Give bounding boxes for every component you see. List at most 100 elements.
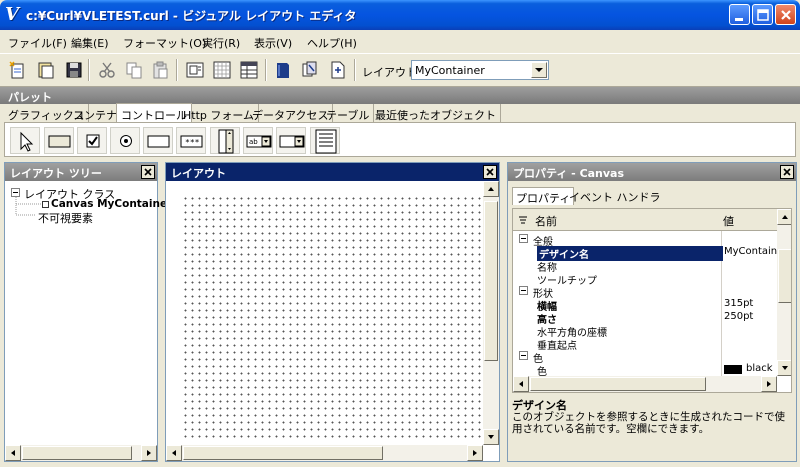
table-button[interactable] — [239, 60, 259, 80]
category-general[interactable]: 全般 — [513, 233, 777, 248]
scroll-left-button[interactable] — [513, 376, 529, 392]
title-bar[interactable]: V c:¥Curl¥VLETEST.curl - ビジュアル レイアウト エディ… — [0, 0, 800, 30]
scroll-up-button[interactable] — [483, 181, 499, 197]
save-button[interactable] — [64, 60, 84, 80]
radio-tool[interactable] — [110, 127, 140, 154]
scroll-left-button[interactable] — [5, 445, 21, 461]
listbox-tool[interactable] — [310, 127, 340, 154]
layout-vscroll[interactable] — [483, 181, 499, 445]
tree-collapse-toggle[interactable] — [11, 188, 20, 197]
dropdown-tool[interactable] — [276, 127, 306, 154]
scroll-left-button[interactable] — [166, 445, 182, 461]
category-shape[interactable]: 形状 — [513, 285, 777, 300]
property-vscroll-thumb[interactable] — [778, 249, 791, 303]
property-value[interactable]: 315pt — [724, 298, 753, 309]
maximize-button[interactable] — [752, 4, 773, 25]
layout-select-dropdown-button[interactable] — [531, 62, 547, 78]
property-row-name[interactable]: 名称 — [513, 259, 777, 274]
layout-tree-close-button[interactable] — [141, 165, 155, 179]
layout-hscroll-thumb[interactable] — [183, 446, 383, 460]
pages-icon — [302, 61, 317, 77]
scroll-right-button[interactable] — [467, 445, 483, 461]
svg-text:***: *** — [185, 138, 200, 147]
menu-file[interactable]: ファイル(F) — [8, 35, 67, 51]
close-button[interactable] — [775, 4, 796, 25]
property-value[interactable]: black — [746, 363, 773, 374]
property-row-color[interactable]: 色 black — [513, 363, 777, 378]
spinner-tool[interactable] — [210, 127, 240, 154]
tab-recent-objects[interactable]: 最近使ったオブジェクト — [371, 104, 501, 122]
pointer-tool[interactable] — [10, 127, 40, 154]
layout-hscroll[interactable] — [166, 445, 483, 461]
checkbox-icon — [86, 134, 100, 148]
properties-title: プロパティ - Canvas — [513, 167, 625, 180]
tab-table[interactable]: テーブル — [322, 104, 375, 122]
property-hscroll[interactable] — [513, 376, 777, 392]
property-value[interactable]: 250pt — [724, 311, 753, 322]
cut-button[interactable] — [97, 60, 117, 80]
property-row-vertical-origin[interactable]: 垂直起点 — [513, 337, 777, 352]
properties-close-button[interactable] — [780, 165, 794, 179]
scroll-right-button[interactable] — [761, 376, 777, 392]
tree-item-invisible[interactable]: 不可視要素 — [38, 210, 93, 226]
tab-container[interactable]: コンテナ — [69, 104, 122, 122]
layout-close-button[interactable] — [483, 165, 497, 179]
combobox-tool[interactable]: ab — [243, 127, 273, 154]
arrow-right-icon — [767, 381, 771, 387]
text-block-icon — [186, 62, 204, 78]
scroll-down-button[interactable] — [777, 360, 791, 376]
tree-hscroll[interactable] — [5, 445, 157, 461]
property-row-tooltip[interactable]: ツールチップ — [513, 272, 777, 287]
insert-text-button[interactable] — [185, 60, 205, 80]
table-icon — [240, 61, 258, 79]
checkbox-tool[interactable] — [77, 127, 107, 154]
collapse-toggle[interactable] — [519, 351, 528, 360]
design-canvas[interactable] — [180, 193, 484, 439]
open-button[interactable] — [36, 60, 56, 80]
property-vscroll[interactable] — [777, 209, 791, 376]
collapse-toggle[interactable] — [519, 286, 528, 295]
scroll-right-button[interactable] — [141, 445, 157, 461]
menu-edit[interactable]: 編集(E) — [71, 35, 109, 51]
scroll-up-button[interactable] — [777, 209, 791, 225]
sort-icon[interactable] — [517, 214, 529, 226]
category-color[interactable]: 色 — [513, 350, 777, 365]
column-name[interactable]: 名前 — [535, 213, 557, 229]
property-row-height[interactable]: 高さ 250pt — [513, 311, 777, 326]
document-button[interactable] — [328, 60, 348, 80]
menu-help[interactable]: ヘルプ(H) — [307, 35, 357, 51]
pages-button[interactable] — [300, 60, 320, 80]
minimize-button[interactable] — [729, 4, 750, 25]
scroll-down-button[interactable] — [483, 429, 499, 445]
paste-button[interactable] — [150, 60, 170, 80]
column-value[interactable]: 値 — [723, 213, 734, 229]
property-hscroll-thumb[interactable] — [530, 377, 706, 391]
tree-item-canvas[interactable]: Canvas MyContainer — [51, 198, 172, 210]
layout-vscroll-thumb[interactable] — [484, 201, 498, 361]
property-row-design-name[interactable]: デザイン名 MyContainer — [513, 246, 787, 261]
tree-hscroll-thumb[interactable] — [22, 446, 132, 460]
spinner-icon — [218, 129, 234, 154]
password-field-tool[interactable]: *** — [176, 127, 206, 154]
copy-button[interactable] — [124, 60, 144, 80]
arrow-right-icon — [147, 450, 151, 456]
menu-format[interactable]: フォーマット(O) — [123, 35, 206, 51]
button-tool[interactable] — [44, 127, 74, 154]
new-file-button[interactable] — [8, 60, 28, 80]
minus-icon — [521, 290, 526, 291]
toolbar: レイアウト: MyContainer — [0, 53, 800, 87]
menu-view[interactable]: 表示(V) — [254, 35, 292, 51]
collapse-toggle[interactable] — [519, 234, 528, 243]
tab-event-handlers[interactable]: イベント ハンドラ — [566, 187, 664, 205]
layout-select[interactable]: MyContainer — [411, 60, 549, 80]
minus-icon — [521, 355, 526, 356]
property-row-horizontal-origin[interactable]: 水平方角の座標 — [513, 324, 777, 339]
color-swatch — [724, 365, 742, 374]
tab-data-access[interactable]: データアクセス — [248, 104, 334, 122]
textfield-tool[interactable] — [143, 127, 173, 154]
tab-properties[interactable]: プロパティ — [512, 187, 575, 205]
book-button[interactable] — [273, 60, 293, 80]
grid-button[interactable] — [212, 60, 232, 80]
property-row-width[interactable]: 横幅 315pt — [513, 298, 777, 313]
menu-run[interactable]: 実行(R) — [202, 35, 240, 51]
